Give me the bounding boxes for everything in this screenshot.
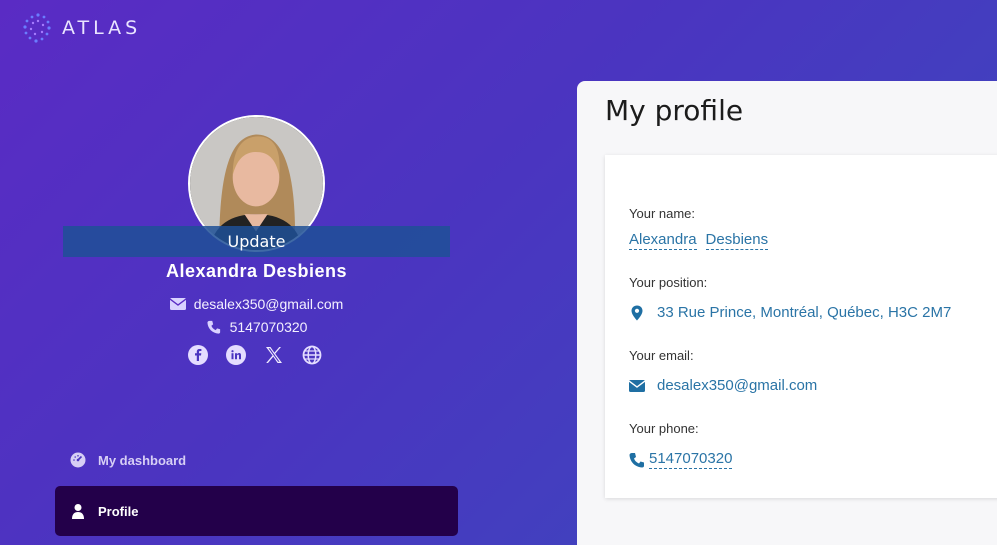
profile-name: Alexandra Desbiens (165, 261, 348, 281)
brand-logo[interactable]: ATLAS (20, 12, 141, 44)
update-avatar-label: Update (227, 232, 286, 251)
profile-phone-line: 5147070320 (0, 319, 513, 335)
email-value: desalex350@gmail.com (657, 377, 818, 394)
facebook-icon[interactable] (188, 345, 208, 365)
sidebar-item-profile[interactable]: Profile (55, 486, 458, 536)
position-field[interactable]: 33 Rue Prince, Montréal, Québec, H3C 2M7 (629, 304, 951, 321)
first-name-editable[interactable]: Alexandra (629, 231, 697, 250)
update-avatar-button[interactable]: Update (63, 226, 450, 257)
position-value: 33 Rue Prince, Montréal, Québec, H3C 2M7 (657, 304, 952, 321)
brand-name: ATLAS (62, 17, 142, 39)
position-label: Your position: (629, 275, 708, 290)
envelope-icon (629, 379, 645, 392)
name-field: Alexandra Desbiens (629, 231, 769, 250)
sidebar-item-label: Profile (98, 503, 139, 519)
dashboard-gauge-icon (70, 452, 86, 468)
name-label: Your name: (629, 206, 696, 221)
profile-email-line: desalex350@gmail.com (0, 296, 513, 312)
location-pin-icon (631, 305, 643, 320)
atlas-logo-icon (23, 13, 51, 43)
phone-label: Your phone: (629, 421, 699, 436)
social-links (188, 345, 322, 365)
x-icon[interactable] (264, 345, 284, 365)
phone-icon (629, 452, 644, 467)
last-name-editable[interactable]: Desbiens (705, 231, 769, 250)
phone-field: 5147070320 (629, 450, 733, 469)
sidebar-item-dashboard[interactable]: My dashboard (55, 435, 458, 485)
page-title: My profile (605, 94, 744, 127)
phone-editable[interactable]: 5147070320 (649, 450, 733, 469)
user-icon (72, 504, 84, 519)
phone-icon (207, 320, 220, 334)
email-field[interactable]: desalex350@gmail.com (629, 377, 817, 394)
sidebar-item-label: My dashboard (98, 452, 187, 468)
email-label: Your email: (629, 348, 694, 363)
linkedin-icon[interactable] (226, 345, 246, 365)
profile-phone: 5147070320 (229, 319, 308, 335)
globe-icon[interactable] (302, 345, 322, 365)
envelope-icon (169, 298, 186, 310)
profile-email: desalex350@gmail.com (193, 296, 344, 312)
